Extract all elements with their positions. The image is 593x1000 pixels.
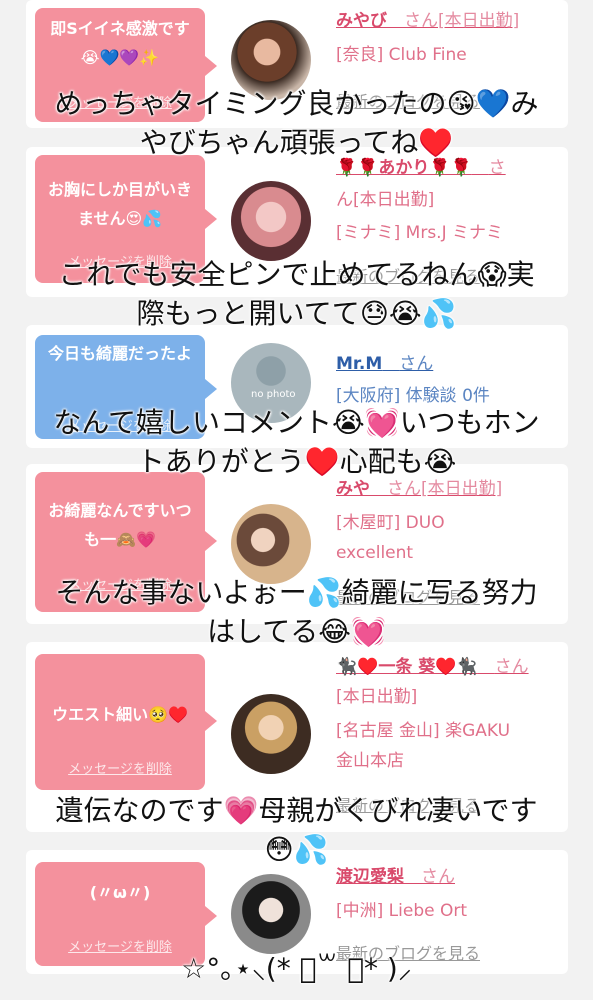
caption-line: これでも安全ピンで止めてるねん😱実 (58, 258, 535, 291)
honorific: さん (494, 657, 529, 677)
caption-line: 際もっと開いてて😓😭💦 (136, 297, 457, 330)
bubble-text: 今日も綺麗だったよ (47, 344, 192, 363)
caption-line: ☆°｡⋆⸜(* ॑꒳ ॑* )⸝ (181, 952, 412, 985)
caption-line: はしてる😂💓 (207, 615, 386, 648)
user-name-row[interactable]: Mr.M さん (336, 349, 433, 379)
bubble-text: お胸にしか目がいきません😍💦 (47, 180, 192, 228)
bubble-text: (〃ω〃) (89, 883, 151, 902)
user-name[interactable]: 渡辺愛梨 (336, 867, 404, 887)
honorific: さん[本日出勤] (387, 479, 503, 499)
shop-info: [木屋町] DUO (336, 513, 445, 533)
bubble-text: 即Sイイネ感激です😭💙💜✨ (50, 19, 190, 67)
shop-info: [中洲] Liebe Ort (336, 901, 468, 921)
shop-info: excellent (336, 543, 414, 563)
avatar[interactable] (231, 874, 311, 954)
caption-line: 😳💦 (264, 833, 329, 866)
avatar[interactable] (231, 181, 311, 261)
shop-info: [名古屋 金山] 楽GAKU (336, 721, 511, 741)
honorific: さん[本日出勤] (404, 11, 520, 31)
caption-line: やびちゃん頑張ってね♥️ (139, 126, 454, 159)
no-photo-label: no photo (251, 389, 296, 400)
honorific: さん (421, 867, 455, 887)
shop-info: [ミナミ] Mrs.J ミナミ (336, 223, 504, 243)
caption-line: トありがとう♥️心配も😭 (136, 445, 457, 478)
caption-line: めっちゃタイミング良かったの😘💙み (54, 87, 539, 120)
caption-line: なんて嬉しいコメント😭💓いつもホン (53, 406, 540, 439)
bubble-text: ウエスト細い🥺♥️ (52, 705, 188, 724)
shop-info: 金山本店 (336, 751, 404, 771)
honorific: さん (399, 354, 434, 374)
user-name[interactable]: みやび (336, 11, 387, 31)
user-name[interactable]: Mr.M (336, 354, 382, 374)
bubble-text: お綺麗なんですいつも一🙈💗 (48, 501, 192, 549)
avatar[interactable] (231, 694, 311, 774)
caption-line: そんな事ないよぉー💦綺麗に写る努力 (55, 576, 538, 609)
user-name[interactable]: 🐈‍⬛♥️一条 葵♥️🐈‍⬛ (336, 657, 478, 677)
shop-info: ん[本日出勤] (336, 190, 435, 210)
shop-info: [奈良] Club Fine (336, 45, 467, 65)
message-bubble: ウエスト細い🥺♥️ メッセージを削除 (35, 654, 217, 790)
avatar[interactable] (231, 504, 311, 584)
user-name-row[interactable]: みやび さん[本日出勤] (336, 6, 519, 36)
delete-message-link[interactable]: メッセージを削除 (35, 758, 205, 777)
user-name-row[interactable]: 🐈‍⬛♥️一条 葵♥️🐈‍⬛ さん (336, 652, 529, 682)
shop-info: [本日出勤] (336, 687, 418, 707)
caption-line: 遺伝なのです💗母親がくびれ凄いです (55, 794, 538, 827)
user-name[interactable]: みや (336, 479, 370, 499)
